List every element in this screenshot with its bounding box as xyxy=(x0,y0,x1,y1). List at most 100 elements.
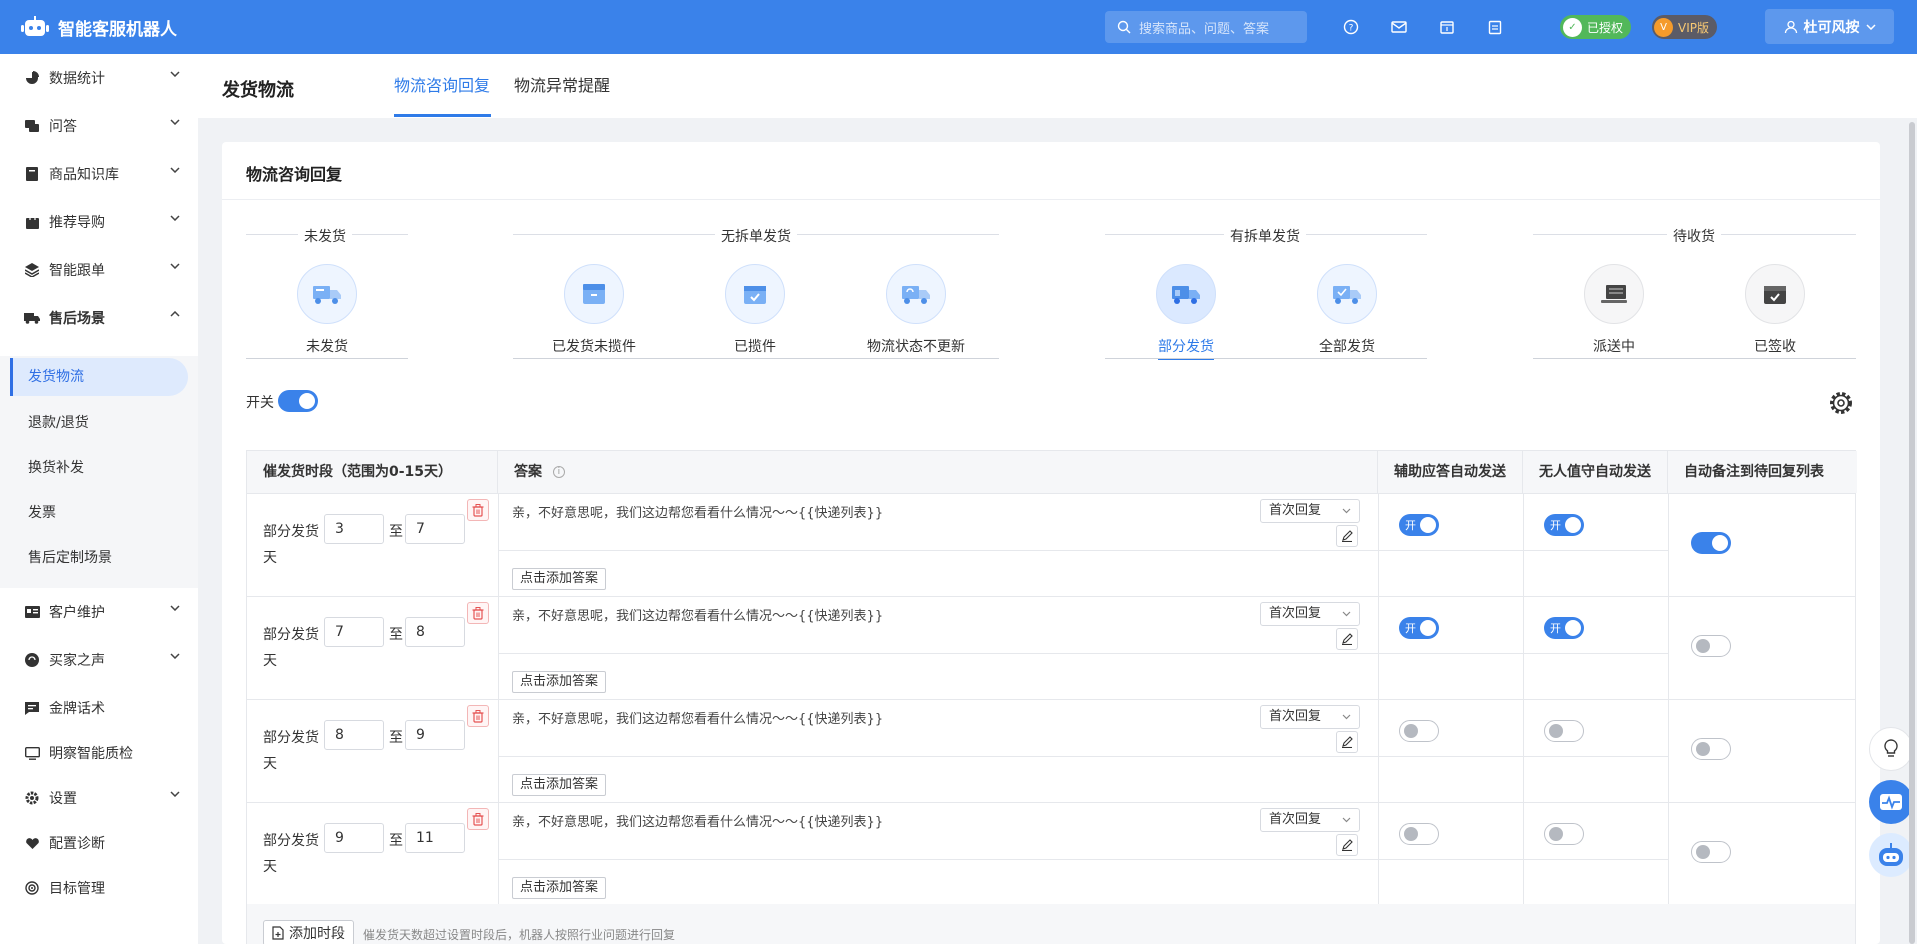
mail-icon[interactable] xyxy=(1389,17,1409,37)
answer-text: 亲，不好意思呢，我们这边帮您看看什么情况～～{{快递列表}} xyxy=(512,506,884,521)
toggle-knob xyxy=(1696,639,1710,653)
add-answer-button[interactable]: 点击添加答案 xyxy=(512,774,607,796)
sidebar-item-settings[interactable]: 设置 xyxy=(0,774,198,822)
unattended-auto-toggle[interactable]: 开 xyxy=(1544,514,1584,536)
sidebar-item-goal-management[interactable]: 目标管理 xyxy=(0,864,198,912)
edit-answer-button[interactable] xyxy=(1336,834,1358,856)
sidebar-item-smart-follow[interactable]: 智能跟单 xyxy=(0,246,198,294)
tab-logistics-reply[interactable]: 物流咨询回复 xyxy=(394,72,490,96)
reply-type-select[interactable]: 首次回复 xyxy=(1260,499,1360,523)
toggle-on-text: 开 xyxy=(1405,519,1416,532)
sidebar-item-config-diagnosis[interactable]: 配置诊断 xyxy=(0,819,198,867)
sidebar-item-label: 智能跟单 xyxy=(49,263,105,279)
day-from-input[interactable]: 9 xyxy=(324,823,384,853)
status-label: 已发货未揽件 xyxy=(552,339,636,355)
day-from-input[interactable]: 7 xyxy=(324,617,384,647)
day-from-input[interactable]: 3 xyxy=(324,514,384,544)
vip-label: VIP版 xyxy=(1678,20,1709,35)
clipboard-icon[interactable] xyxy=(1485,17,1505,37)
sidebar-item-quality-check[interactable]: 明察智能质检 xyxy=(0,729,198,777)
logistics-reply-card: 物流咨询回复 未发货 无拆单发货 有拆单发货 待收货 未发货 已发货未揽件 已揽… xyxy=(222,142,1880,944)
svg-text:?: ? xyxy=(1349,24,1354,34)
auto-note-toggle[interactable] xyxy=(1691,841,1731,863)
sidebar-item-qa[interactable]: 问答 xyxy=(0,102,198,150)
search-input[interactable]: 搜索商品、问题、答案 xyxy=(1105,11,1307,43)
row-divider xyxy=(498,653,1668,654)
edit-answer-button[interactable] xyxy=(1336,628,1358,650)
day-to-input[interactable]: 9 xyxy=(405,720,465,750)
unattended-auto-toggle[interactable] xyxy=(1544,823,1584,845)
edit-answer-button[interactable] xyxy=(1336,525,1358,547)
pencil-icon xyxy=(1342,839,1353,851)
sidebar-item-product-kb[interactable]: 商品知识库 xyxy=(0,150,198,198)
main-switch-toggle[interactable] xyxy=(278,390,318,412)
assist-auto-toggle[interactable]: 开 xyxy=(1399,617,1439,639)
sidebar-subitem-invoice[interactable]: 发票 xyxy=(28,502,56,522)
row-suffix: 天 xyxy=(263,756,277,772)
auto-note-toggle[interactable] xyxy=(1691,532,1731,554)
status-unshipped[interactable]: 未发货 xyxy=(272,264,382,356)
unattended-auto-toggle[interactable]: 开 xyxy=(1544,617,1584,639)
pencil-icon xyxy=(1342,530,1353,542)
trash-icon xyxy=(472,606,484,620)
sidebar-item-customer-care[interactable]: 客户维护 xyxy=(0,588,198,636)
help-icon[interactable]: ? xyxy=(1341,17,1361,37)
delete-row-button[interactable] xyxy=(467,602,489,624)
status-fully-shipped[interactable]: 全部发货 xyxy=(1292,264,1402,356)
user-menu[interactable]: 杜可风按 xyxy=(1765,9,1894,44)
target-icon xyxy=(24,880,40,896)
add-answer-button[interactable]: 点击添加答案 xyxy=(512,671,607,693)
settings-gear-icon[interactable] xyxy=(1828,390,1854,420)
delete-row-button[interactable] xyxy=(467,808,489,830)
toggle-knob xyxy=(1420,620,1436,636)
status-signed[interactable]: 已签收 xyxy=(1720,264,1830,356)
search-icon xyxy=(1117,20,1131,34)
edit-answer-button[interactable] xyxy=(1336,731,1358,753)
delete-row-button[interactable] xyxy=(467,705,489,727)
tips-lightbulb-button[interactable] xyxy=(1869,727,1913,771)
assist-auto-toggle[interactable]: 开 xyxy=(1399,514,1439,536)
day-from-input[interactable]: 8 xyxy=(324,720,384,750)
assist-auto-toggle[interactable] xyxy=(1399,720,1439,742)
assist-auto-toggle[interactable] xyxy=(1399,823,1439,845)
sidebar-item-recommend[interactable]: 推荐导购 xyxy=(0,198,198,246)
sidebar-item-label: 设置 xyxy=(49,791,77,807)
sidebar-item-after-sales[interactable]: 售后场景 xyxy=(0,294,198,342)
sidebar-subitem-shipping-logistics[interactable]: 发货物流 xyxy=(10,358,188,396)
sidebar-subitem-custom-scene[interactable]: 售后定制场景 xyxy=(28,547,112,567)
app-logo[interactable]: 智能客服机器人 xyxy=(20,15,177,40)
status-delivering[interactable]: 派送中 xyxy=(1559,264,1669,356)
sidebar-subitem-refund[interactable]: 退款/退货 xyxy=(28,412,89,432)
day-to-input[interactable]: 8 xyxy=(405,617,465,647)
status-partial-shipped[interactable]: 部分发货 xyxy=(1131,264,1241,356)
shield-check-icon: ✓ xyxy=(1563,17,1582,37)
reply-type-select[interactable]: 首次回复 xyxy=(1260,602,1360,626)
sidebar-item-data-stats[interactable]: 数据统计 xyxy=(0,54,198,102)
activity-monitor-button[interactable] xyxy=(1869,780,1913,824)
day-to-input[interactable]: 7 xyxy=(405,514,465,544)
vertical-scrollbar[interactable] xyxy=(1909,122,1915,944)
tab-logistics-alert[interactable]: 物流异常提醒 xyxy=(514,72,610,96)
auto-note-toggle[interactable] xyxy=(1691,738,1731,760)
day-to-input[interactable]: 11 xyxy=(405,823,465,853)
download-box-icon[interactable] xyxy=(1437,17,1457,37)
reply-type-select[interactable]: 首次回复 xyxy=(1260,808,1360,832)
add-answer-button[interactable]: 点击添加答案 xyxy=(512,877,607,899)
info-icon[interactable]: i xyxy=(552,466,565,478)
sidebar-item-gold-script[interactable]: 金牌话术 xyxy=(0,684,198,732)
sidebar-item-buyer-voice[interactable]: 买家之声 xyxy=(0,636,198,684)
delete-row-button[interactable] xyxy=(467,499,489,521)
auto-note-toggle[interactable] xyxy=(1691,635,1731,657)
group-underline xyxy=(513,358,999,359)
add-answer-button[interactable]: 点击添加答案 xyxy=(512,568,607,590)
status-shipped-not-collected[interactable]: 已发货未揽件 xyxy=(539,264,649,356)
status-not-updated[interactable]: 物流状态不更新 xyxy=(861,264,971,356)
add-segment-button[interactable]: 添加时段 xyxy=(263,920,354,944)
reply-type-select[interactable]: 首次回复 xyxy=(1260,705,1360,729)
unattended-auto-toggle[interactable] xyxy=(1544,720,1584,742)
robot-assistant-button[interactable] xyxy=(1869,833,1913,877)
sidebar-subitem-exchange[interactable]: 换货补发 xyxy=(28,457,84,477)
delivery-cart-icon xyxy=(1584,264,1644,324)
status-collected[interactable]: 已揽件 xyxy=(700,264,810,356)
toggle-knob xyxy=(1420,517,1436,533)
